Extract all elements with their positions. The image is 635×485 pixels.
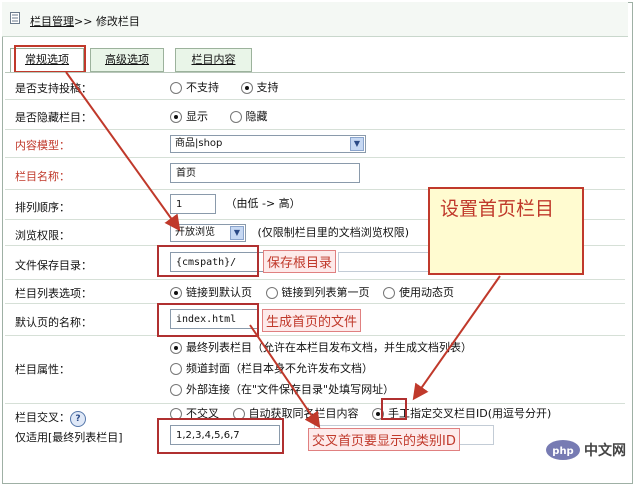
allow-submit-options: 不支持 支持 [170,79,297,95]
tab-column-content[interactable]: 栏目内容 [175,48,252,72]
cross-label: 栏目交叉：? [15,409,86,427]
allow-submit-no[interactable]: 不支持 [170,79,219,95]
save-dir-label: 文件保存目录： [15,259,92,272]
allow-submit-yes[interactable]: 支持 [240,79,279,95]
column-attr-channel[interactable]: 频道封面（栏目本身不允许发布文档） [170,358,472,379]
radio-selected-icon[interactable] [240,82,253,94]
content-model-value: 商品|shop [175,138,223,149]
browse-perm-label: 浏览权限： [15,229,70,242]
cross-manual-highlight-box [381,398,407,420]
php-logo-icon: php [546,440,580,460]
column-name-label: 栏目名称： [15,170,70,183]
radio-selected-icon[interactable] [170,342,182,354]
help-icon[interactable]: ? [70,411,86,427]
allow-submit-label: 是否支持投稿： [15,82,92,95]
home-column-callout: 设置首页栏目 [428,187,584,275]
row-column-attr: 栏目属性： 最终列表栏目（允许在本栏目发布文档，并生成文档列表） 频道封面（栏目… [5,335,625,404]
content-model-wrap: 商品|shop ▼ [170,135,366,153]
radio-selected-icon[interactable] [170,111,182,123]
document-icon [10,12,20,24]
browse-perm-value: 开放浏览 [175,227,215,238]
breadcrumb-current: 修改栏目 [95,15,140,28]
tab-advanced[interactable]: 高级选项 [90,48,164,72]
chevron-down-icon[interactable]: ▼ [230,226,244,240]
column-attr-final[interactable]: 最终列表栏目（允许在本栏目发布文档，并生成文档列表） [170,337,472,358]
tab-highlight-box [14,45,86,73]
list-option-label: 栏目列表选项： [15,287,92,300]
default-page-highlight-box [157,303,259,337]
edit-column-page: 栏目管理>> 修改栏目 常规选项 高级选项 栏目内容 是否支持投稿： 不支持 支… [0,0,635,485]
php-watermark: php 中文网 [545,436,631,464]
breadcrumb-separator: >> [74,15,93,28]
cross-ids-label: 仅适用[最终列表栏目] [15,431,123,444]
watermark-text: 中文网 [584,443,626,459]
column-name-input[interactable]: 首页 [170,163,360,183]
row-allow-submit: 是否支持投稿： 不支持 支持 [5,73,625,100]
save-root-note: 保存根目录 [263,250,337,273]
radio-icon[interactable] [170,363,182,375]
hide-column-label: 是否隐藏栏目： [15,111,92,124]
hide-column-show[interactable]: 显示 [170,108,208,124]
radio-selected-icon[interactable] [170,287,182,299]
default-page-label: 默认页的名称： [15,316,92,329]
list-option-first[interactable]: 链接到列表第一页 [265,284,370,300]
cross-ids-highlight-box [157,418,284,454]
browse-perm-select[interactable]: 开放浏览 ▼ [170,224,246,242]
content-model-select[interactable]: 商品|shop ▼ [170,135,366,153]
list-option-dynamic[interactable]: 使用动态页 [383,284,454,300]
row-list-option: 栏目列表选项： 链接到默认页 链接到列表第一页 使用动态页 [5,279,625,304]
title-bar: 栏目管理>> 修改栏目 [2,2,628,37]
sort-order-hint: （由低 -> 高） [225,197,301,210]
hide-column-options: 显示 隐藏 [170,108,286,124]
row-column-name: 栏目名称： 首页 [5,157,625,190]
radio-icon[interactable] [265,287,278,299]
breadcrumb-parent-link[interactable]: 栏目管理 [30,15,74,28]
content-model-label: 内容模型： [15,139,70,152]
browse-perm-hint: (仅限制栏目里的文档浏览权限) [257,226,410,239]
radio-icon[interactable] [170,82,182,94]
radio-icon[interactable] [383,287,395,299]
row-hide-column: 是否隐藏栏目： 显示 隐藏 [5,99,625,130]
sort-order-input[interactable]: 1 [170,194,216,214]
radio-icon[interactable] [170,384,182,396]
radio-icon[interactable] [229,111,242,123]
column-attr-external[interactable]: 外部连接（在"文件保存目录"处填写网址） [170,379,472,400]
row-content-model: 内容模型： 商品|shop ▼ [5,129,625,158]
sort-order-wrap: 1 （由低 -> 高） [170,194,301,214]
column-attr-label: 栏目属性： [15,363,70,376]
cross-ids-note: 交叉首页要显示的类别ID [308,428,460,451]
list-option-options: 链接到默认页 链接到列表第一页 使用动态页 [170,284,472,300]
breadcrumb: 栏目管理>> 修改栏目 [30,13,140,29]
column-name-wrap: 首页 [170,163,360,183]
column-attr-options: 最终列表栏目（允许在本栏目发布文档，并生成文档列表） 频道封面（栏目本身不允许发… [170,337,472,400]
hide-column-hide[interactable]: 隐藏 [229,108,268,124]
gen-home-note: 生成首页的文件 [262,309,362,332]
sort-order-label: 排列顺序： [15,201,70,214]
list-option-default[interactable]: 链接到默认页 [170,284,252,300]
chevron-down-icon[interactable]: ▼ [350,137,364,151]
browse-perm-wrap: 开放浏览 ▼ (仅限制栏目里的文档浏览权限) [170,224,409,242]
save-dir-highlight-box [157,245,259,277]
svg-text:php: php [552,446,573,457]
